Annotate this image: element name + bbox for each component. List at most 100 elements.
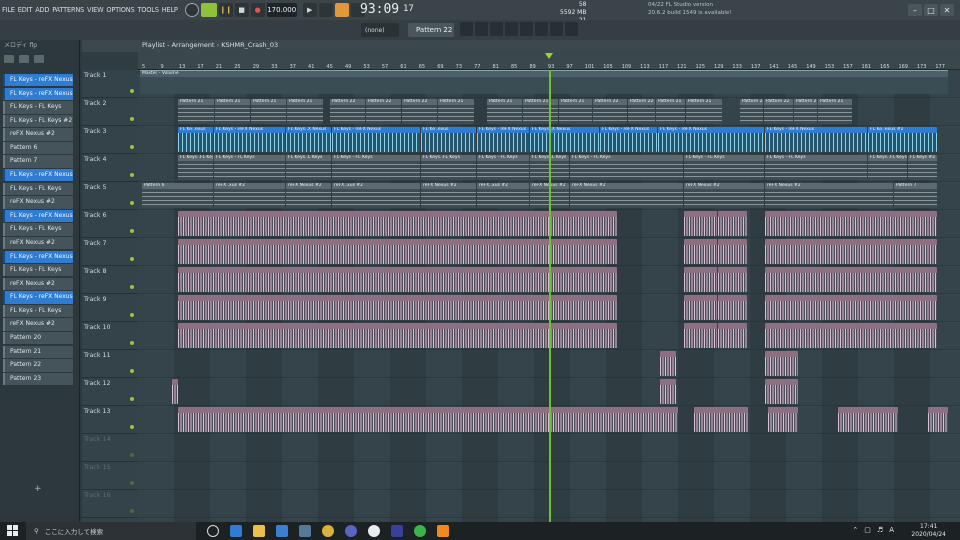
playlist-clip[interactable] <box>684 323 717 348</box>
playlist-clip[interactable]: reFX..xus #2 <box>332 183 420 208</box>
playlist-clip[interactable]: FL Keys..L Keys <box>286 155 331 180</box>
playlist-clip[interactable]: Pattern 21 <box>559 99 592 124</box>
taskbar-clock[interactable]: 17:41 2020/04/24 <box>911 523 946 539</box>
ime-indicator[interactable]: A <box>889 526 894 534</box>
playlist-clip[interactable] <box>172 379 178 404</box>
track-header[interactable]: Track 9 <box>82 294 138 322</box>
playlist-clip[interactable] <box>684 211 717 236</box>
pattern-list-item[interactable]: reFX Nexus #2 <box>3 196 73 209</box>
menu-options[interactable]: OPTIONS <box>106 6 134 14</box>
playlist-clip[interactable] <box>178 239 617 264</box>
playlist-clip[interactable]: Pattern 21 <box>686 99 722 124</box>
track-mute-led[interactable] <box>130 397 134 401</box>
playlist-clip[interactable] <box>684 239 717 264</box>
playlist-clip[interactable] <box>838 407 898 432</box>
playlist-clip[interactable] <box>718 295 747 320</box>
close-icon[interactable]: ✕ <box>940 4 954 16</box>
menu-edit[interactable]: EDIT <box>18 6 33 14</box>
track-mute-led[interactable] <box>130 117 134 121</box>
playlist-clip[interactable] <box>765 379 798 404</box>
arrangement-grid[interactable]: Master - Volume Pattern 21 Pattern 21 Patt… <box>138 70 960 522</box>
chrome-icon[interactable] <box>322 525 334 537</box>
playlist-clip[interactable]: Pattern 6 <box>142 183 213 208</box>
track-header[interactable]: Track 5 <box>82 182 138 210</box>
playlist-clip[interactable]: reFX..xus #2 <box>477 183 529 208</box>
playlist-icon[interactable] <box>460 22 473 36</box>
playlist-clip[interactable]: Pattern 21 <box>794 99 817 124</box>
playlist-clip[interactable] <box>694 407 748 432</box>
playhead-marker-icon[interactable] <box>545 53 553 59</box>
track-header[interactable]: Track 7 <box>82 238 138 266</box>
menu-file[interactable]: FILE <box>2 6 15 14</box>
track-header[interactable]: Track 15 <box>82 462 138 490</box>
playlist-clip[interactable] <box>718 239 747 264</box>
playlist-clip[interactable] <box>718 267 747 292</box>
playlist-clip[interactable]: Pattern 21 <box>523 99 558 124</box>
playlist-clip[interactable]: Pattern 22 <box>593 99 627 124</box>
discord-icon[interactable] <box>345 525 357 537</box>
playlist-clip[interactable] <box>765 295 937 320</box>
maximize-icon[interactable]: □ <box>924 4 938 16</box>
browser-tool-icon[interactable] <box>34 55 44 63</box>
pattern-list-item[interactable]: FL Keys - reFX Nexus <box>3 291 73 304</box>
track-header[interactable]: Track 13 <box>82 406 138 434</box>
track-mute-led[interactable] <box>130 145 134 149</box>
edge-icon[interactable] <box>230 525 242 537</box>
playlist-clip[interactable] <box>718 323 747 348</box>
volume-icon[interactable]: ♬ <box>877 526 883 534</box>
track-header[interactable]: Track 2 <box>82 98 138 126</box>
metronome-icon[interactable] <box>334 3 349 17</box>
pattern-list-item[interactable]: FL Keys - FL Keys #2 <box>3 114 73 128</box>
playlist-clip[interactable]: Pattern 22 <box>366 99 401 124</box>
track-header[interactable]: Track 8 <box>82 266 138 294</box>
chevron-up-icon[interactable]: ⌃ <box>852 526 858 534</box>
track-mute-led[interactable] <box>130 509 134 513</box>
playlist-clip[interactable]: FL Keys - reFX Nexus <box>214 127 285 152</box>
playlist-clip[interactable]: Pattern 21 <box>438 99 474 124</box>
playlist-clip[interactable] <box>765 267 937 292</box>
playhead-line[interactable] <box>549 70 551 522</box>
menu-add[interactable]: ADD <box>35 6 49 14</box>
track-header[interactable]: Track 1 <box>82 70 138 98</box>
playlist-clip[interactable]: FL Keys..X Nexus <box>530 127 599 152</box>
track-mute-led[interactable] <box>130 341 134 345</box>
playlist-clip[interactable]: FL Keys - reFX Nexus <box>600 127 657 152</box>
playlist-clip[interactable]: FL Ke..exus <box>178 127 213 152</box>
pattern-list-item[interactable]: reFX Nexus #2 <box>3 236 73 250</box>
browser-tool-icon[interactable] <box>19 55 29 63</box>
track-header[interactable]: Track 12 <box>82 378 138 406</box>
playlist-clip[interactable]: FL Keys - FL Keys <box>332 155 420 180</box>
track-header[interactable]: Track 10 <box>82 322 138 350</box>
playlist-clip[interactable] <box>684 295 717 320</box>
playlist-clip[interactable]: FL Keys..FL Keys <box>868 155 907 180</box>
playlist-clip[interactable]: reFX Nexus #2 <box>570 183 683 208</box>
playlist-clip[interactable]: FL Keys - reFX Nexus <box>477 127 529 152</box>
fl-studio-icon[interactable] <box>437 525 449 537</box>
pattern-list-item[interactable]: Pattern 20 <box>3 331 73 345</box>
play-button[interactable]: ❙❙ <box>218 3 233 17</box>
track-mute-led[interactable] <box>130 285 134 289</box>
menu-view[interactable]: VIEW <box>87 6 104 14</box>
pattern-list-item[interactable]: FL Keys - reFX Nexus #2 <box>3 87 73 100</box>
track-mute-led[interactable] <box>130 173 134 177</box>
playlist-clip[interactable]: reFX..xus #2 <box>214 183 285 208</box>
playlist-clip[interactable]: Pattern 21 <box>251 99 286 124</box>
playlist-clip[interactable]: FL Keys - reFX Nexus <box>332 127 420 152</box>
playlist-clip[interactable] <box>660 351 676 376</box>
playlist-clip[interactable] <box>178 295 617 320</box>
playlist-clip[interactable]: Pattern 22 <box>740 99 763 124</box>
menu-tools[interactable]: TOOLS <box>137 6 158 14</box>
add-pattern-icon[interactable]: + <box>34 484 42 494</box>
playlist-clip[interactable]: Pattern 21 <box>656 99 685 124</box>
pattern-list-item[interactable]: reFX Nexus #2 <box>3 318 73 331</box>
line-icon[interactable] <box>414 525 426 537</box>
song-pattern-toggle[interactable] <box>200 3 217 17</box>
playlist-clip[interactable] <box>178 407 678 432</box>
playlist-clip[interactable] <box>178 267 617 292</box>
app-icon[interactable] <box>368 525 380 537</box>
playlist-clip[interactable] <box>765 323 937 348</box>
playlist-clip[interactable]: FL Ke..exus #2 <box>868 127 937 152</box>
playlist-clip[interactable]: Pattern 22 <box>764 99 793 124</box>
pattern-list-item[interactable]: reFX Nexus #2 <box>3 277 73 291</box>
playlist-clip[interactable]: Pattern 21 <box>215 99 250 124</box>
